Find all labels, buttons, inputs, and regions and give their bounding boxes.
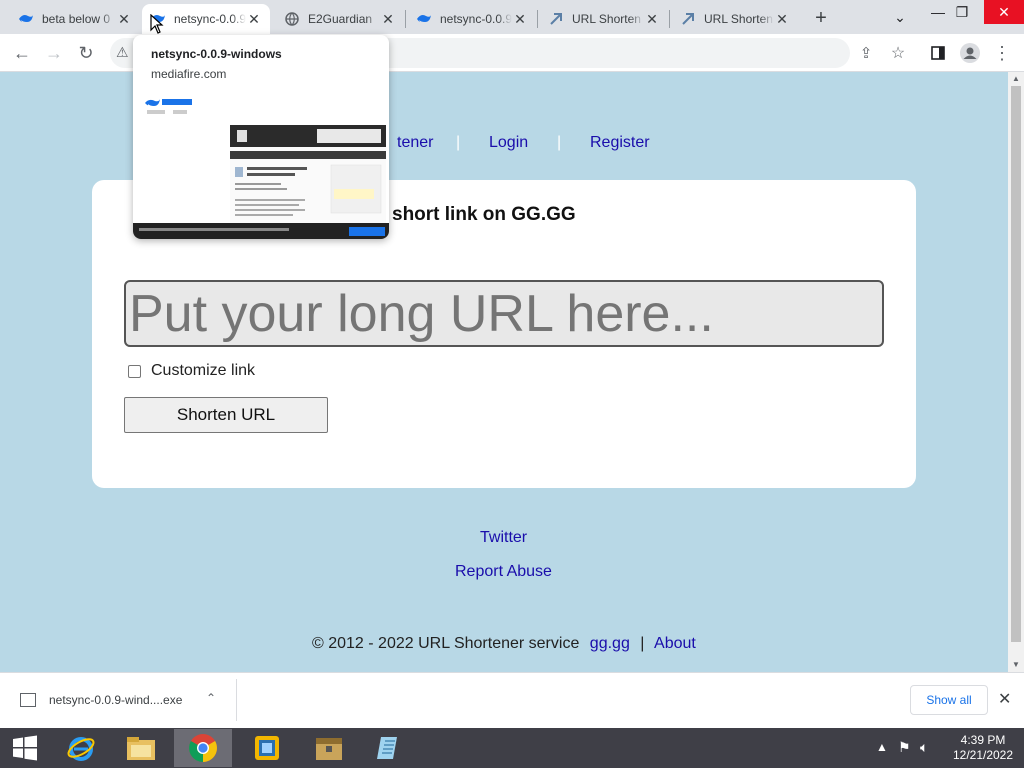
tab-title: netsync-0.0.9 [174, 12, 246, 26]
tab-e2guardian[interactable]: E2Guardian ✕ [276, 4, 404, 34]
tab-divider [537, 10, 538, 28]
notepad-icon[interactable] [360, 729, 418, 767]
page-scrollbar[interactable]: ▲ ▼ [1008, 72, 1024, 672]
app-window-icon[interactable] [238, 729, 296, 767]
hover-card-domain: mediafire.com [151, 67, 227, 81]
close-icon[interactable]: ✕ [380, 11, 396, 27]
close-window-button[interactable]: ✕ [984, 0, 1024, 24]
gg-link[interactable]: gg.gg [590, 635, 630, 652]
page-heading: short link on GG.GG [392, 204, 576, 225]
file-explorer-icon[interactable] [112, 729, 170, 767]
scroll-thumb[interactable] [1011, 86, 1021, 642]
footer-separator: | [640, 635, 645, 652]
close-icon[interactable]: ✕ [644, 11, 660, 27]
archive-icon[interactable] [300, 729, 358, 767]
show-hidden-icons-icon[interactable]: ▲ [876, 740, 888, 754]
tab-netsync[interactable]: netsync-0.0.9 ✕ [408, 4, 536, 34]
profile-avatar-icon[interactable] [956, 39, 984, 67]
chevron-up-icon[interactable]: ⌃ [206, 691, 216, 705]
nav-link-shortener[interactable]: tener [397, 134, 433, 152]
menu-kebab-icon[interactable]: ⋮ [988, 39, 1016, 67]
nav-separator: | [557, 134, 562, 151]
long-url-input[interactable] [124, 280, 884, 347]
windows-taskbar: ▲ ⚑ 🔈︎ 4:39 PM 12/21/2022 [0, 728, 1024, 768]
customize-label: Customize link [151, 362, 256, 379]
windows-logo-icon [13, 735, 37, 761]
customize-checkbox[interactable] [128, 364, 141, 378]
globe-icon [284, 11, 300, 27]
forward-icon[interactable]: → [40, 39, 68, 67]
close-icon[interactable]: ✕ [512, 11, 528, 27]
scroll-up-arrow-icon[interactable]: ▲ [1008, 72, 1024, 84]
close-download-bar-icon[interactable]: ✕ [998, 689, 1011, 709]
about-link[interactable]: About [654, 635, 696, 652]
tab-url-shortener-1[interactable]: URL Shorten ✕ [540, 4, 668, 34]
nav-link-register[interactable]: Register [590, 134, 650, 152]
close-icon[interactable]: ✕ [246, 11, 262, 27]
side-panel-icon[interactable] [924, 39, 952, 67]
bookmark-star-icon[interactable]: ☆ [884, 39, 912, 67]
start-button[interactable] [0, 729, 50, 767]
customize-link-row[interactable]: Customize link [128, 362, 255, 380]
shorten-url-button[interactable]: Shorten URL [124, 397, 328, 433]
twitter-link[interactable]: Twitter [480, 529, 527, 547]
hover-card-thumbnail [133, 91, 389, 239]
report-abuse-link[interactable]: Report Abuse [455, 563, 552, 581]
action-center-flag-icon[interactable]: ⚑ [898, 739, 911, 756]
nav-separator: | [456, 134, 461, 151]
tab-search-icon[interactable]: ⌄ [884, 4, 916, 30]
link-icon [680, 11, 696, 27]
download-divider [236, 679, 237, 721]
volume-icon[interactable]: 🔈︎ [920, 739, 928, 756]
download-filename[interactable]: netsync-0.0.9-wind....exe [49, 693, 182, 707]
close-icon[interactable]: ✕ [116, 11, 132, 27]
restore-button[interactable]: ❐ [946, 0, 978, 24]
tab-title: URL Shorten [572, 12, 641, 26]
clock-time: 4:39 PM [960, 733, 1006, 747]
tab-title: E2Guardian [308, 12, 373, 26]
tab-divider [405, 10, 406, 28]
tab-title: netsync-0.0.9 [440, 12, 512, 26]
tab-title: beta below 0 [42, 12, 111, 26]
clock-date: 12/21/2022 [952, 748, 1014, 762]
tab-beta-below[interactable]: beta below 0 ✕ [10, 4, 140, 34]
mouse-cursor-icon [150, 14, 164, 34]
close-icon[interactable]: ✕ [774, 11, 790, 27]
system-clock[interactable]: 4:39 PM 12/21/2022 [948, 733, 1018, 763]
tab-url-shortener-2[interactable]: URL Shorten ✕ [672, 4, 798, 34]
screen: beta below 0 ✕ netsync-0.0.9 ✕ E2Guardia… [0, 0, 1024, 768]
hover-card-title: netsync-0.0.9-windows [151, 47, 282, 61]
reload-icon[interactable]: ↻ [72, 39, 100, 67]
tab-title: URL Shorten [704, 12, 773, 26]
mediafire-icon [18, 11, 34, 27]
footer-copyright: © 2012 - 2022 URL Shortener service gg.g… [312, 635, 696, 653]
file-icon [20, 693, 36, 707]
link-icon [548, 11, 564, 27]
tab-divider [669, 10, 670, 28]
scroll-down-arrow-icon[interactable]: ▼ [1008, 658, 1024, 670]
back-icon[interactable]: ← [8, 39, 36, 67]
show-all-button[interactable]: Show all [910, 685, 988, 715]
download-bar: netsync-0.0.9-wind....exe ⌃ Show all ✕ [0, 672, 1024, 728]
copyright-text: © 2012 - 2022 URL Shortener service [312, 635, 580, 652]
internet-explorer-icon[interactable] [52, 729, 110, 767]
nav-link-login[interactable]: Login [489, 134, 528, 152]
chrome-icon[interactable] [174, 729, 232, 767]
warning-icon: ⚠ [116, 44, 129, 60]
share-icon[interactable]: ⇪ [852, 39, 880, 67]
new-tab-button[interactable]: + [808, 5, 834, 31]
mediafire-icon [416, 11, 432, 27]
tab-hover-card: netsync-0.0.9-windows mediafire.com [133, 35, 389, 239]
